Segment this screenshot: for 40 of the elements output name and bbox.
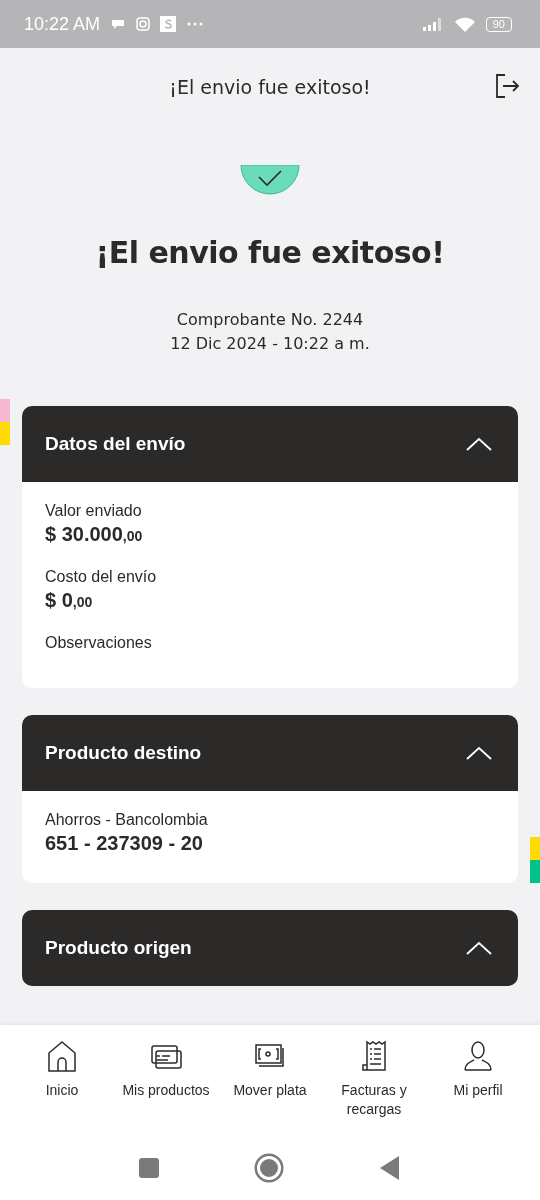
chevron-icon[interactable] xyxy=(466,437,492,451)
field-label: Costo del envío xyxy=(45,568,158,586)
nav-item[interactable]: Mi perfil xyxy=(426,1039,530,1135)
section-title: Datos del envío xyxy=(45,433,186,455)
nav-item[interactable]: Inicio xyxy=(10,1039,114,1135)
field-label: Observaciones xyxy=(45,634,153,652)
wifi-icon xyxy=(453,16,476,32)
section-header[interactable]: Producto origen xyxy=(22,910,518,986)
signal-icon xyxy=(421,17,444,31)
header-title: ¡El envio fue exitoso! xyxy=(169,75,371,98)
camera-icon xyxy=(136,17,151,31)
field-label: Valor enviado xyxy=(45,502,143,520)
back-button[interactable] xyxy=(379,1154,401,1181)
chevron-icon[interactable] xyxy=(466,746,492,760)
status-time: 10:22 AM xyxy=(24,13,101,35)
section-title: Producto destino xyxy=(45,742,202,764)
battery-icon: 90 xyxy=(485,16,512,32)
recents-button[interactable] xyxy=(139,1157,159,1178)
receipt-date: 12 Dic 2024 - 10:22 a m. xyxy=(170,333,370,355)
nav-item[interactable]: Facturas y recargas xyxy=(322,1039,426,1135)
home-icon xyxy=(45,1039,79,1073)
section-header[interactable]: Datos del envío xyxy=(22,406,518,482)
accent-stripe xyxy=(0,399,10,445)
nav-item[interactable]: Mover plata xyxy=(218,1039,322,1135)
field-value: 651 - 237309 - 20 xyxy=(45,832,204,855)
nav-item[interactable]: Mis productos xyxy=(114,1039,218,1135)
app-icon xyxy=(160,16,177,32)
person-icon xyxy=(461,1039,495,1073)
field-label: Ahorros - Bancolombia xyxy=(45,811,209,829)
chat-icon xyxy=(110,17,127,31)
success-title: ¡El envio fue exitoso! xyxy=(95,235,445,270)
home-button[interactable] xyxy=(257,1155,281,1180)
field-value: $ 0,00 xyxy=(45,589,94,612)
section-title: Producto origen xyxy=(45,937,192,959)
section-header[interactable]: Producto destino xyxy=(22,715,518,791)
more-icon xyxy=(186,21,205,27)
receipt-number: Comprobante No. 2244 xyxy=(176,309,364,331)
chevron-icon[interactable] xyxy=(466,941,492,955)
accent-stripe xyxy=(530,837,540,883)
field-value: $ 30.000,00 xyxy=(45,523,144,546)
